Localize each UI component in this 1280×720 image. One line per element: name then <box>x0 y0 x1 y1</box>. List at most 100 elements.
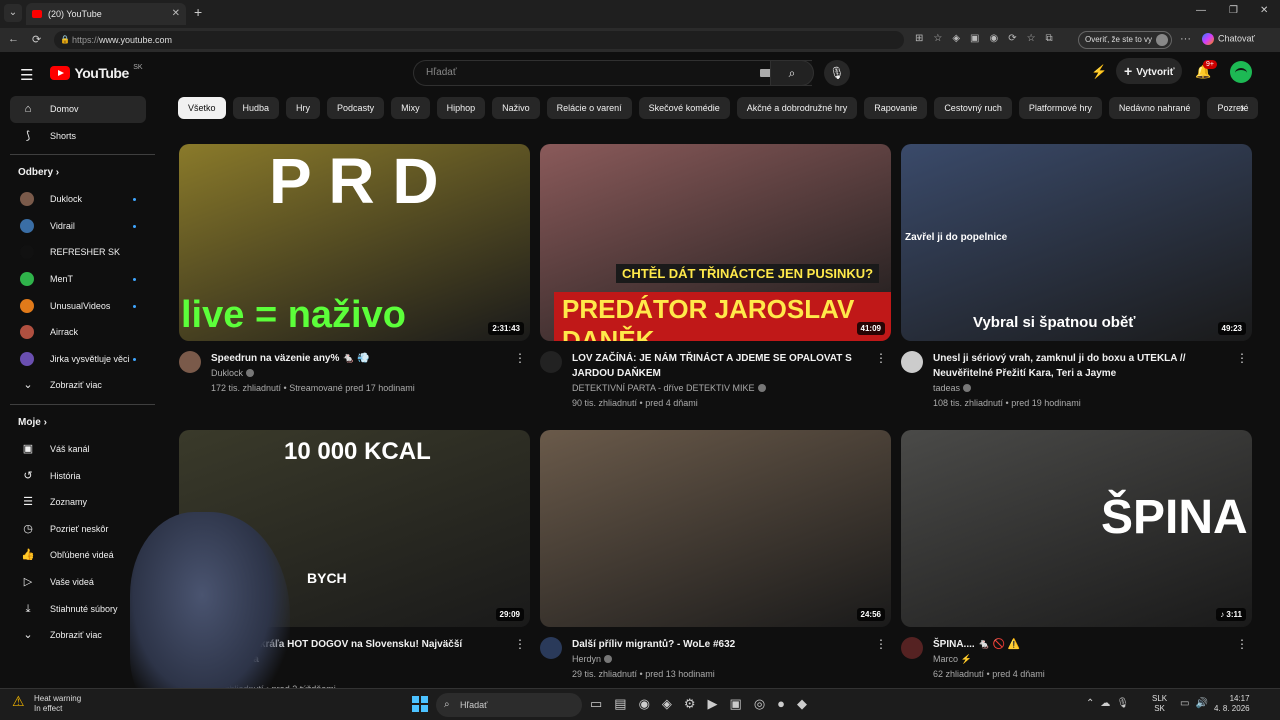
sidebar-item-home[interactable]: ⌂ Domov <box>10 96 146 123</box>
maximize-button[interactable]: ❐ <box>1229 5 1238 16</box>
video-card[interactable]: Zavřel ji do popelnice Vybral si špatnou … <box>901 144 1252 411</box>
more-options-icon[interactable]: ⋮ <box>875 637 887 651</box>
channel-name[interactable]: Herdyn <box>572 654 613 664</box>
more-options-icon[interactable]: ⋮ <box>875 351 887 365</box>
video-title[interactable]: Speedrun na väzenie any% 🐁 💨 <box>211 351 507 366</box>
video-title[interactable]: Unesl ji sériový vrah, zamknul ji do box… <box>933 351 1229 381</box>
sidebar-item-label: Jirka vysvětluje věci <box>50 353 130 364</box>
video-thumbnail[interactable]: P R D live = naživo 2:31:43 <box>179 144 530 341</box>
sidebar-item-me[interactable]: ↺ História <box>0 463 156 490</box>
channel-avatar[interactable] <box>540 637 562 659</box>
youtube-logo[interactable]: YouTube SK <box>50 64 143 82</box>
sidebar-item-me[interactable]: ▣ Váš kanál <box>0 436 156 463</box>
minimize-button[interactable]: — <box>1196 5 1206 16</box>
notifications-button[interactable]: 🔔 9+ <box>1195 60 1217 80</box>
video-card[interactable]: 24:56 Další příliv migrantů? - WoLe #632 H… <box>540 430 891 697</box>
search-button[interactable]: ⌕ <box>770 60 814 86</box>
filter-chip[interactable]: Platformové hry <box>1018 97 1102 119</box>
search-input[interactable]: Hľadať <box>413 60 812 86</box>
channel-name[interactable]: Marco ⚡ <box>933 654 972 665</box>
filter-chip[interactable]: Cestovný ruch <box>934 97 1012 119</box>
sidebar-item-show-more[interactable]: ⌄ Zobraziť viac <box>0 372 156 399</box>
filter-chip[interactable]: Podcasty <box>327 97 385 119</box>
close-icon[interactable]: ✕ <box>172 3 180 25</box>
filter-chip[interactable]: Rapovanie <box>864 97 928 119</box>
video-thumbnail[interactable]: ŠPINA ♪ 3:11 <box>901 430 1252 627</box>
channel-avatar[interactable] <box>901 351 923 373</box>
sidebar-item-channel[interactable]: UnusualVideos <box>0 293 156 320</box>
video-thumbnail[interactable]: Zavřel ji do popelnice Vybral si špatnou … <box>901 144 1252 341</box>
duration-badge: 2:31:43 <box>488 322 524 335</box>
channel-name[interactable]: DETEKTIVNÍ PARTA - dříve DETEKTIV MIKE <box>572 383 766 393</box>
more-options-icon[interactable]: ⋮ <box>1236 351 1248 365</box>
filter-chip[interactable]: Nedávno nahrané <box>1108 97 1201 119</box>
taskbar-search[interactable]: ⌕ Hľadať <box>436 693 582 717</box>
filter-chip[interactable]: Naživo <box>492 97 540 119</box>
weather-widget[interactable]: ⚠ Heat warning In effect <box>12 694 81 714</box>
filter-chip[interactable]: Relácie o varení <box>546 97 632 119</box>
chevron-right-icon[interactable]: › <box>1240 100 1244 115</box>
new-tab-button[interactable]: + <box>194 4 202 20</box>
url-field[interactable]: 🔒 https://www.youtube.com <box>54 31 904 49</box>
tab-actions-button[interactable]: ⌄ <box>4 4 22 22</box>
taskbar-apps[interactable]: ▭▤◉◈⚙▶▣◎●◆ <box>590 696 819 712</box>
extension-icons[interactable]: ⊞☆◈▣◉⟳☆⧉ <box>915 33 1063 44</box>
subscriptions-heading[interactable]: Odbery › <box>0 160 156 186</box>
video-card[interactable]: P R D live = naživo 2:31:43 Speedrun na väz… <box>179 144 530 411</box>
video-title[interactable]: Další příliv migrantů? - WoLe #632 <box>572 637 868 652</box>
thumbnail-text: CHTĚL DÁT TŘINÁCTCE JEN PUSINKU? <box>616 264 880 283</box>
language-indicator[interactable]: SLK SK <box>1152 694 1167 714</box>
sidebar-item-shorts[interactable]: ⟆ Shorts <box>0 123 156 150</box>
sidebar-item-channel[interactable]: MenT <box>0 266 156 293</box>
filter-chip[interactable]: Pozreté <box>1207 97 1258 119</box>
more-menu-icon[interactable]: ··· <box>1180 33 1191 45</box>
video-thumbnail[interactable]: CHTĚL DÁT TŘINÁCTCE JEN PUSINKU? PREDÁTOR… <box>540 144 891 341</box>
subscriptions-label: Odbery <box>18 167 54 179</box>
channel-avatar[interactable] <box>179 351 201 373</box>
voice-search-button[interactable]: 🎙 <box>824 60 850 86</box>
filter-chip[interactable]: Skečové komédie <box>638 97 730 119</box>
verify-identity-button[interactable]: Overiť, že ste to vy <box>1078 31 1172 49</box>
channel-name[interactable]: tadeas <box>933 383 972 393</box>
filter-chip[interactable]: Akčné a dobrodružné hry <box>736 97 858 119</box>
filter-chip[interactable]: Mixy <box>391 97 430 119</box>
me-heading[interactable]: Moje › <box>0 410 156 436</box>
filter-chip[interactable]: Všetko <box>178 97 226 119</box>
filter-chip[interactable]: Hry <box>286 97 321 119</box>
video-title[interactable]: ŠPINA.... 🐁 🚫 ⚠️ <box>933 637 1229 652</box>
video-card[interactable]: CHTĚL DÁT TŘINÁCTCE JEN PUSINKU? PREDÁTOR… <box>540 144 891 411</box>
create-button[interactable]: + Vytvoriť <box>1116 58 1182 84</box>
video-card[interactable]: ŠPINA ♪ 3:11 ŠPINA.... 🐁 🚫 ⚠️ Marco ⚡ 62 zhl… <box>901 430 1252 697</box>
reload-button[interactable]: ⟳ <box>32 33 41 46</box>
system-tray[interactable]: ⌃☁🎙 <box>1086 698 1135 709</box>
windows-start-icon[interactable] <box>412 696 428 712</box>
channel-avatar[interactable] <box>540 351 562 373</box>
sidebar-item-channel[interactable]: REFRESHER SK <box>0 239 156 266</box>
back-button[interactable]: ← <box>8 33 19 45</box>
sidebar-item-me[interactable]: ◷ Pozrieť neskôr <box>0 516 156 543</box>
copilot-chat-button[interactable]: Chatovať <box>1202 33 1255 45</box>
more-options-icon[interactable]: ⋮ <box>514 351 526 365</box>
filter-chip[interactable]: Hiphop <box>436 97 486 119</box>
more-options-icon[interactable]: ⋮ <box>514 637 526 651</box>
clock[interactable]: 14:17 4. 8. 2026 <box>1214 694 1250 714</box>
sidebar-item-channel[interactable]: Jirka vysvětluje věci <box>0 346 156 373</box>
site-info-icon[interactable]: 🔒 <box>60 31 70 49</box>
sidebar-item-me[interactable]: ☰ Zoznamy <box>0 489 156 516</box>
network-volume-icons[interactable]: ▭🔊 <box>1180 698 1214 709</box>
video-thumbnail[interactable]: 24:56 <box>540 430 891 627</box>
video-title[interactable]: LOV ZAČÍNÁ: JE NÁM TŘINÁCT A JDEME SE OP… <box>572 351 868 381</box>
cast-icon[interactable]: ⚡ <box>1091 64 1107 80</box>
sidebar-item-channel[interactable]: Duklock <box>0 186 156 213</box>
browser-tab[interactable]: (20) YouTube ✕ <box>26 3 186 25</box>
channel-avatar[interactable] <box>901 637 923 659</box>
close-window-button[interactable]: ✕ <box>1260 5 1268 16</box>
filter-chip[interactable]: Hudba <box>232 97 280 119</box>
sidebar-item-channel[interactable]: Vidrail <box>0 213 156 240</box>
menu-icon[interactable]: ☰ <box>20 66 33 84</box>
channel-name[interactable]: Duklock <box>211 368 255 378</box>
account-avatar[interactable] <box>1230 61 1252 83</box>
sidebar-item-channel[interactable]: Airrack <box>0 319 156 346</box>
more-options-icon[interactable]: ⋮ <box>1236 637 1248 651</box>
sidebar-item-me[interactable]: 👍 Obľúbené videá <box>0 542 156 569</box>
